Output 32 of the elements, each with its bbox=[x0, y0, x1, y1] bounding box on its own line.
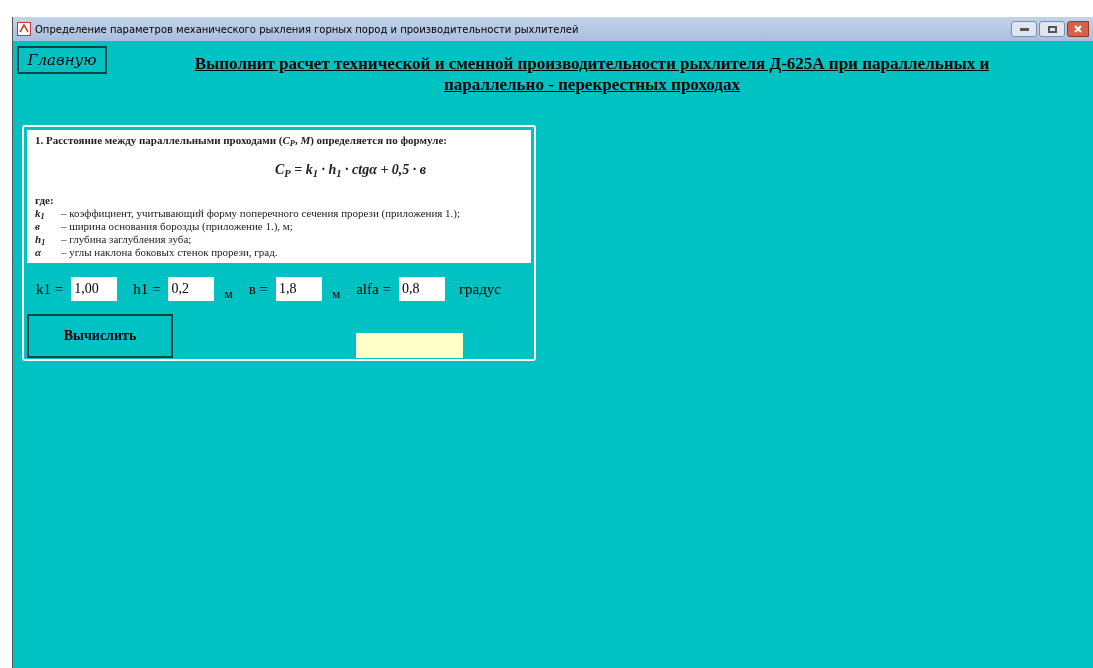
input-field[interactable]: 1,00 bbox=[71, 276, 118, 301]
input-label: alfa = bbox=[356, 279, 391, 299]
definition-text: – коэффициент, учитывающий форму поперечного сечения прорези (приложения 1.); bbox=[61, 207, 461, 220]
symbol: в bbox=[35, 220, 41, 233]
page-heading: Выполнит расчет технической и сменной производительности рыхлителя Д-625А при параллельных и параллельно - перекрестных проходах bbox=[193, 53, 991, 95]
symbol: k$_{1}$ bbox=[35, 207, 46, 220]
input-label: k1 = bbox=[36, 279, 64, 299]
input-field[interactable]: 0,8 bbox=[398, 276, 445, 301]
minimize-button[interactable] bbox=[1011, 21, 1037, 37]
result-field[interactable] bbox=[356, 332, 463, 358]
close-button[interactable] bbox=[1067, 21, 1089, 37]
maximize-button[interactable] bbox=[1039, 21, 1065, 37]
unit-label: градус bbox=[458, 279, 501, 299]
window-title: Определение параметров механического рыхления горных пород и производительности рыхлителей bbox=[35, 22, 579, 37]
calculate-button[interactable]: Вычислить bbox=[27, 313, 173, 358]
definition-text: – ширина основания борозды (приложение 1.), м; bbox=[61, 220, 293, 233]
symbol: α bbox=[35, 246, 43, 259]
input-label: h1 = bbox=[133, 279, 161, 299]
formula: C$_{P}$ = k$_{1}$ · h$_{1}$ · ctgα + 0,5 · в bbox=[274, 161, 428, 181]
symbol: h$_{1}$ bbox=[35, 233, 47, 246]
input-field[interactable]: 0,2 bbox=[168, 276, 215, 301]
definition-text: – глубина заглубления зуба; bbox=[61, 233, 192, 246]
unit-label: м bbox=[331, 285, 341, 303]
app-icon bbox=[17, 22, 31, 36]
formula-title: 1. Расстояние между параллельными проходами (C$_{P}$, M) определяется по формуле: bbox=[35, 134, 448, 147]
home-button[interactable]: Главную bbox=[17, 46, 107, 74]
unit-label: м bbox=[224, 285, 233, 303]
input-field[interactable]: 1,8 bbox=[275, 276, 322, 301]
input-label: в = bbox=[248, 279, 268, 299]
where-label: где: bbox=[35, 194, 55, 207]
close-icon bbox=[1074, 25, 1082, 33]
definition-text: – углы наклона боковых стенок прорези, град. bbox=[61, 246, 278, 259]
